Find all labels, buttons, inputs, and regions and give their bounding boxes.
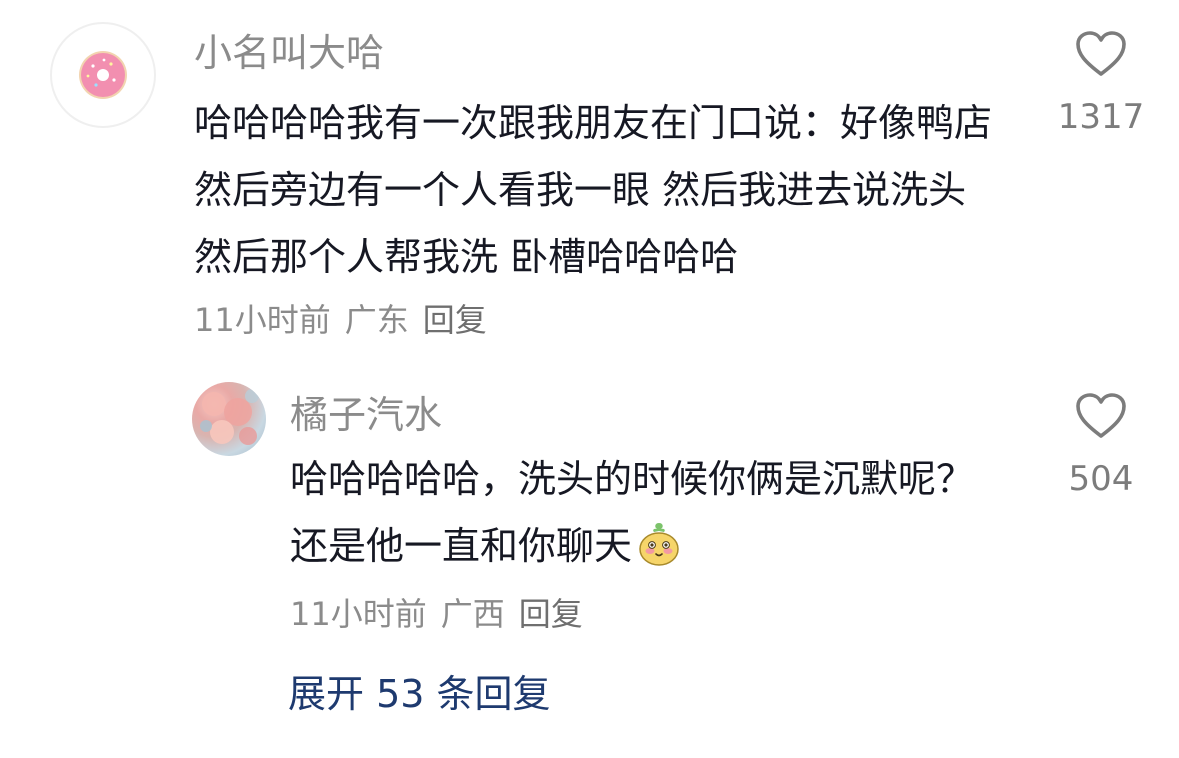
reply-time: 11小时前 [290, 595, 427, 633]
comment-location: 广东 [344, 301, 409, 339]
donut-icon [79, 51, 127, 99]
comment-username[interactable]: 小名叫大哈 [194, 30, 384, 76]
heart-icon [1076, 393, 1126, 438]
reply-meta: 11小时前 广西 回复 [290, 594, 597, 634]
expand-replies-button[interactable]: 展开 53 条回复 [288, 668, 551, 720]
reply-reply-button[interactable]: 回复 [519, 595, 583, 633]
user-avatar[interactable] [50, 22, 156, 128]
reply-location: 广西 [440, 595, 505, 633]
reply-username[interactable]: 橘子汽水 [290, 392, 442, 438]
reply-text: 哈哈哈哈哈，洗头的时候你俩是沉默呢？还是他一直和你聊天 [290, 457, 975, 568]
reply-user-avatar[interactable] [192, 382, 266, 456]
reply-text-block: 哈哈哈哈哈，洗头的时候你俩是沉默呢？还是他一直和你聊天 [290, 446, 990, 580]
comment-reply-button[interactable]: 回复 [423, 301, 487, 339]
comment-time: 11小时前 [194, 301, 331, 339]
comment-meta: 11小时前 广东 回复 [194, 300, 501, 340]
reply-like-count: 504 [1068, 459, 1134, 499]
comment-text: 哈哈哈哈我有一次跟我朋友在门口说：好像鸭店 然后旁边有一个人看我一眼 然后我进去… [194, 101, 993, 279]
comment-like-button[interactable]: 1317 [1046, 30, 1156, 138]
heart-icon [1076, 31, 1126, 76]
flower-photo-avatar [200, 389, 259, 445]
comment-like-count: 1317 [1057, 97, 1145, 137]
shy-face-emoji-icon [639, 523, 679, 566]
reply-like-button[interactable]: 504 [1046, 392, 1156, 500]
